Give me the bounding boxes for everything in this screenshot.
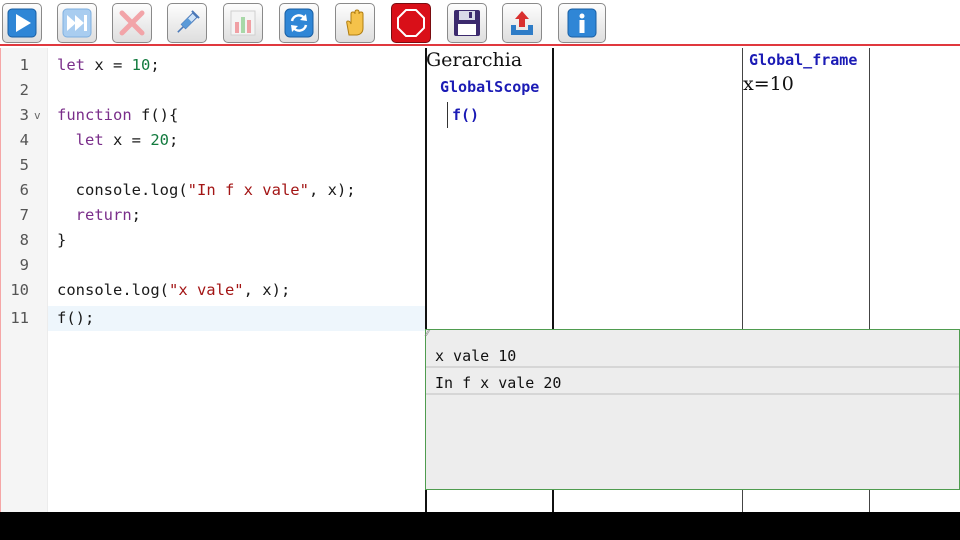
code-text: function f(){ (57, 106, 179, 124)
bar-chart-icon (230, 10, 256, 36)
code-text: let x = 20; (75, 131, 179, 149)
line-number: 5 (19, 156, 29, 174)
toolbar (0, 0, 960, 46)
frame-title: Global_frame (749, 51, 858, 69)
code-line[interactable]: 4 let x = 20; (1, 128, 425, 153)
code-line[interactable]: 5 (1, 153, 425, 178)
code-text: f(); (57, 309, 95, 327)
line-number: 1 (19, 56, 29, 74)
upload-icon (511, 11, 533, 35)
fold-toggle-icon[interactable]: v (34, 103, 41, 128)
hand-icon (346, 9, 364, 36)
console-line: In f x vale 20 (426, 371, 959, 395)
upload-button[interactable] (502, 3, 542, 43)
code-line[interactable]: 10 console.log("x vale", x); (1, 278, 425, 303)
code-line[interactable]: 1 let x = 10; (1, 53, 425, 78)
play-icon (7, 8, 37, 38)
resize-grip-icon[interactable]: ⁄⁄ (426, 330, 438, 338)
chart-button[interactable] (223, 3, 263, 43)
stop-sign-icon (397, 9, 425, 37)
stop-debug-button[interactable] (112, 3, 152, 43)
code-text: console.log("In f x vale", x); (57, 181, 356, 199)
code-line[interactable]: 8 } (1, 228, 425, 253)
line-number: 8 (19, 231, 29, 249)
refresh-icon (284, 8, 314, 38)
scope-node-global[interactable]: GlobalScope (440, 78, 539, 96)
code-editor[interactable]: 1 let x = 10; 2 3 v function f(){ 4 let … (0, 48, 425, 512)
console-output[interactable]: ⁄⁄ x vale 10 In f x vale 20 (425, 329, 960, 490)
inject-button[interactable] (167, 3, 207, 43)
code-text: return; (75, 206, 142, 224)
code-line[interactable]: 6 console.log("In f x vale", x); (1, 178, 425, 203)
bottom-bar (0, 512, 960, 540)
code-text: console.log("x vale", x); (57, 281, 291, 299)
info-button[interactable] (558, 3, 606, 43)
hierarchy-title: Gerarchia (426, 49, 523, 71)
debugger-panel: Gerarchia GlobalScope f() Global_frame x… (425, 48, 960, 512)
scope-node-f[interactable]: f() (447, 102, 479, 128)
refresh-button[interactable] (279, 3, 319, 43)
code-line[interactable]: 2 (1, 78, 425, 103)
save-button[interactable] (447, 3, 487, 43)
line-number: 11 (10, 309, 29, 327)
line-number: 10 (10, 281, 29, 299)
syringe-icon (177, 10, 200, 33)
line-number: 9 (19, 256, 29, 274)
stop-button[interactable] (391, 3, 431, 43)
frame-variable: x=10 (743, 73, 794, 95)
line-number: 3 (19, 106, 29, 124)
code-line[interactable]: 3 v function f(){ (1, 103, 425, 128)
code-text: } (57, 231, 67, 249)
line-number: 2 (19, 81, 29, 99)
hand-button[interactable] (335, 3, 375, 43)
close-icon (119, 10, 145, 36)
line-number: 7 (19, 206, 29, 224)
code-line[interactable]: 7 return; (1, 203, 425, 228)
floppy-disk-icon (454, 10, 480, 36)
code-text: let x = 10; (57, 56, 160, 74)
line-number: 4 (19, 131, 29, 149)
run-button[interactable] (2, 3, 42, 43)
code-line[interactable]: 11 f(); (1, 306, 425, 331)
fast-forward-button[interactable] (57, 3, 97, 43)
fast-forward-icon (62, 8, 92, 38)
line-number: 6 (19, 181, 29, 199)
code-line[interactable]: 9 (1, 253, 425, 278)
console-line: x vale 10 (426, 344, 959, 368)
info-icon (567, 8, 597, 38)
